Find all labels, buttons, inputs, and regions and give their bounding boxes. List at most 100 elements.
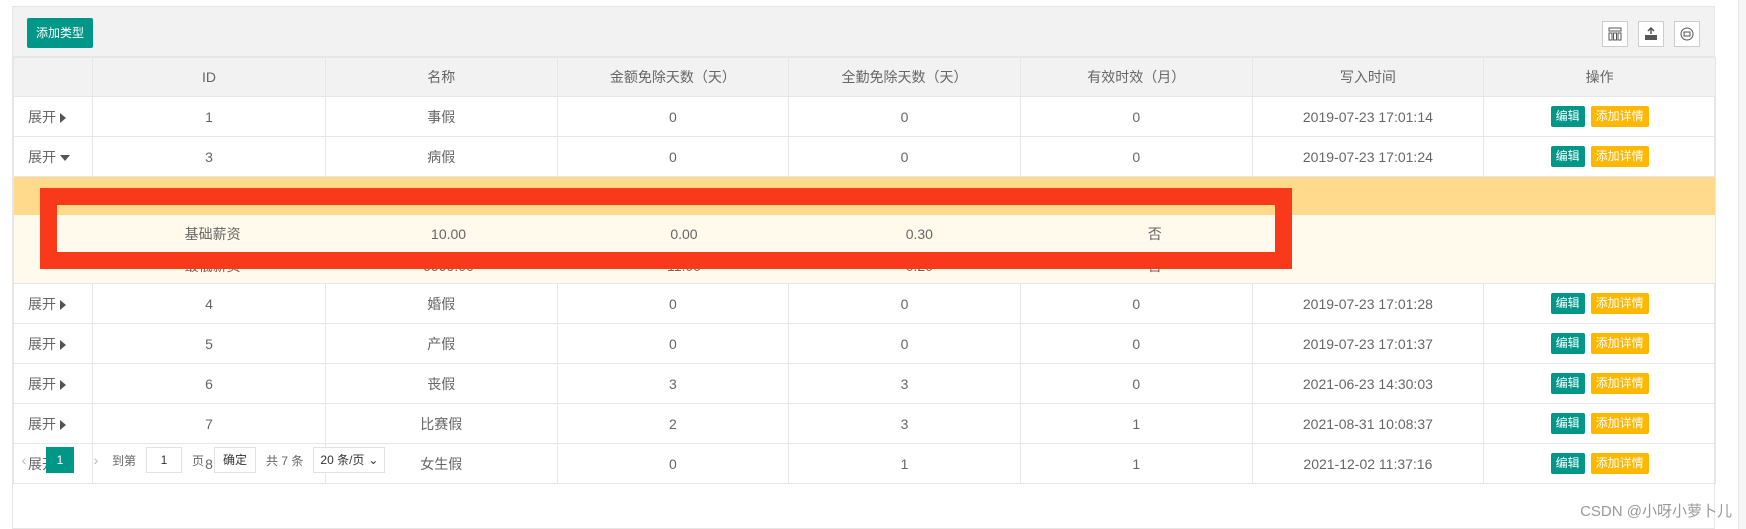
detail-spacer [1272, 215, 1508, 249]
columns-icon[interactable] [1602, 21, 1628, 47]
add-detail-button[interactable]: 添加详情 [1590, 106, 1649, 127]
cell-actions: 编辑 添加详情 [1483, 363, 1716, 404]
expand-toggle[interactable]: 展开 [12, 363, 94, 404]
header-toggle [12, 57, 94, 97]
edit-button[interactable]: 编辑 [1550, 413, 1585, 434]
cell-actions: 编辑 添加详情 [1483, 136, 1716, 177]
detail-deduct-percent: 0.30 [801, 215, 1038, 249]
add-type-button[interactable]: 添加类型 [27, 18, 94, 48]
caret-right-icon [60, 379, 66, 390]
expand-label: 展开 [28, 375, 56, 392]
table-header-row: ID 名称 金额免除天数（天） 全勤免除天数（天） 有效时效（月） 写入时间 操… [12, 57, 1716, 97]
prev-page-icon[interactable]: ‹ [12, 452, 36, 468]
cell-name: 比赛假 [324, 403, 558, 444]
caret-right-icon [60, 299, 66, 310]
detail-full-attendance: 否 [1037, 215, 1273, 249]
chevron-down-icon: ⌄ [368, 453, 379, 467]
cell-id: 7 [92, 403, 326, 444]
cell-validity: 0 [1019, 323, 1253, 364]
caret-right-icon [60, 419, 66, 430]
next-page-icon[interactable]: › [84, 452, 108, 468]
cell-write-time: 2019-07-23 17:01:14 [1251, 96, 1485, 137]
table-row: 展开 3 病假 0 0 0 2019-07-23 17:01:24 编辑 添加详情 [12, 136, 1716, 177]
detail-spacer [1507, 249, 1715, 283]
expand-toggle[interactable]: 展开 [12, 136, 94, 177]
cell-attendance-days: 1 [788, 443, 1021, 484]
toolbar: 添加类型 [13, 7, 1714, 57]
detail-header-max: 最大值 [330, 177, 567, 215]
detail-header-deduct-percent: 扣除薪资百分比 [801, 177, 1038, 215]
scrollbar[interactable] [1738, 0, 1746, 529]
leave-type-table: ID 名称 金额免除天数（天） 全勤免除天数（天） 有效时效（月） 写入时间 操… [12, 57, 1716, 484]
cell-actions: 编辑 添加详情 [1483, 283, 1716, 324]
detail-spacer [14, 249, 95, 283]
add-detail-button[interactable]: 添加详情 [1590, 146, 1649, 167]
caret-right-icon [60, 112, 66, 123]
header-name[interactable]: 名称 [324, 57, 558, 97]
page-number-input[interactable]: 1 [146, 447, 183, 473]
expand-label: 展开 [28, 415, 56, 432]
cell-validity: 0 [1019, 136, 1253, 177]
cell-attendance-days: 3 [788, 403, 1021, 444]
page-1-button[interactable]: 1 [46, 447, 74, 473]
detail-header-salary-type: 薪资类型 [94, 177, 331, 215]
table-row: 展开 4 婚假 0 0 0 2019-07-23 17:01:28 编辑 添加详情 [12, 283, 1716, 324]
toolbar-icons [1602, 21, 1700, 47]
add-detail-button[interactable]: 添加详情 [1590, 333, 1649, 354]
detail-cell: 薪资类型 最大值 最小值 扣除薪资百分比 是否全勤 基础薪资 10.00 0.0… [13, 176, 1716, 284]
print-icon[interactable] [1674, 21, 1700, 47]
add-detail-button[interactable]: 添加详情 [1590, 293, 1649, 314]
page-size-value: 20 条/页 [320, 453, 365, 467]
cell-name: 病假 [324, 136, 558, 177]
cell-write-time: 2019-07-23 17:01:37 [1251, 323, 1485, 364]
detail-min: 11.00 [566, 249, 802, 283]
header-id[interactable]: ID [92, 57, 326, 97]
detail-max: 10.00 [330, 215, 567, 249]
add-detail-button[interactable]: 添加详情 [1590, 373, 1649, 394]
edit-button[interactable]: 编辑 [1550, 146, 1585, 167]
edit-button[interactable]: 编辑 [1550, 333, 1585, 354]
table-row: 展开 1 事假 0 0 0 2019-07-23 17:01:14 编辑 添加详情 [12, 96, 1716, 137]
cell-amount-days: 3 [556, 363, 790, 404]
edit-button[interactable]: 编辑 [1550, 106, 1585, 127]
expand-toggle[interactable]: 展开 [12, 96, 94, 137]
detail-header-spacer [1507, 177, 1715, 215]
header-validity[interactable]: 有效时效（月） [1019, 57, 1253, 97]
edit-button[interactable]: 编辑 [1550, 293, 1585, 314]
cell-id: 3 [92, 136, 326, 177]
detail-salary-type: 基础薪资 [94, 215, 331, 249]
cell-amount-days: 0 [556, 136, 790, 177]
cell-write-time: 2021-08-31 10:08:37 [1251, 403, 1485, 444]
cell-validity: 0 [1019, 283, 1253, 324]
cell-attendance-days: 0 [788, 283, 1021, 324]
expand-toggle[interactable]: 展开 [12, 323, 94, 364]
expand-toggle[interactable]: 展开 [12, 403, 94, 444]
cell-attendance-days: 0 [788, 136, 1021, 177]
cell-attendance-days: 3 [788, 363, 1021, 404]
edit-button[interactable]: 编辑 [1550, 453, 1585, 474]
header-write-time[interactable]: 写入时间 [1251, 57, 1485, 97]
cell-actions: 编辑 添加详情 [1483, 443, 1716, 484]
cell-actions: 编辑 添加详情 [1483, 403, 1716, 444]
cell-id: 5 [92, 323, 326, 364]
cell-amount-days: 0 [556, 96, 790, 137]
page-unit-label: 页 [192, 453, 205, 468]
edit-button[interactable]: 编辑 [1550, 373, 1585, 394]
cell-name: 产假 [324, 323, 558, 364]
goto-label: 到第 [112, 453, 137, 468]
detail-header-min: 最小值 [566, 177, 802, 215]
add-detail-button[interactable]: 添加详情 [1590, 413, 1649, 434]
expand-toggle[interactable]: 展开 [12, 283, 94, 324]
expand-label: 展开 [28, 108, 56, 125]
cell-name: 婚假 [324, 283, 558, 324]
add-detail-button[interactable]: 添加详情 [1590, 453, 1649, 474]
total-count: 共 7 条 [266, 453, 304, 468]
caret-down-icon [60, 154, 70, 161]
header-attendance-days[interactable]: 全勤免除天数（天） [788, 57, 1021, 97]
detail-spacer [14, 215, 95, 249]
header-amount-days[interactable]: 金额免除天数（天） [556, 57, 790, 97]
export-icon[interactable] [1638, 21, 1664, 47]
page-size-select[interactable]: 20 条/页 ⌄ [313, 447, 386, 473]
confirm-page-button[interactable]: 确定 [214, 447, 257, 473]
cell-id: 6 [92, 363, 326, 404]
